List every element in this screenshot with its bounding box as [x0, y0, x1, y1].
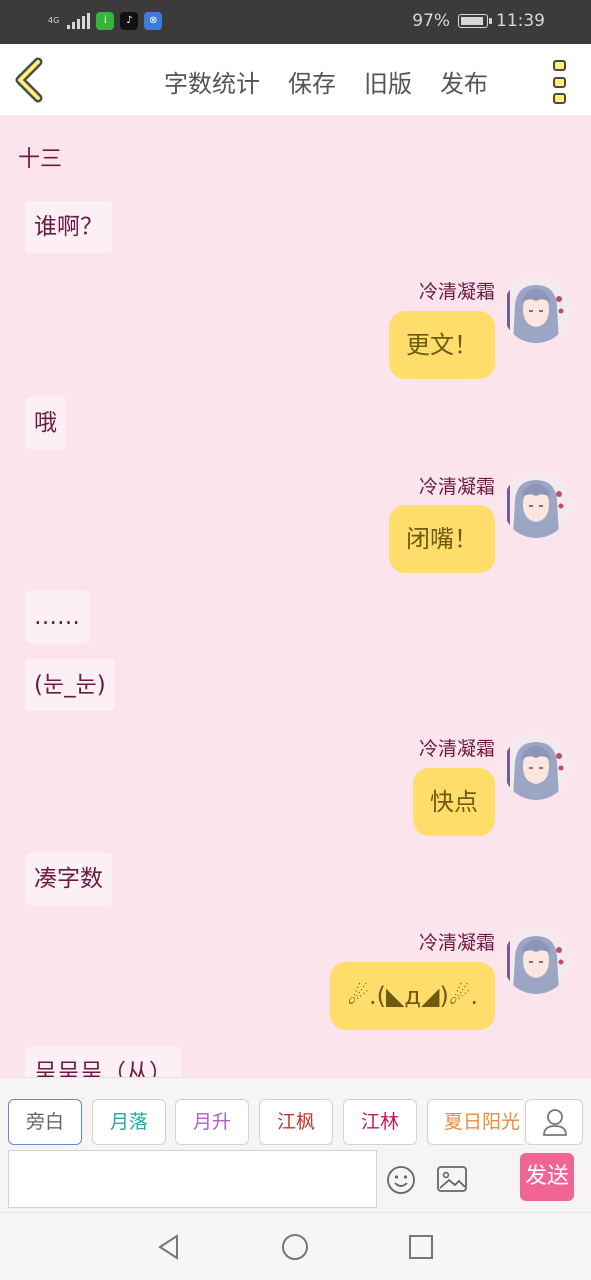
- avatar[interactable]: [503, 472, 569, 538]
- top-nav: 字数统计 保存 旧版 发布: [0, 44, 591, 116]
- message-input[interactable]: [8, 1150, 377, 1208]
- iqiyi-app-icon: i: [96, 12, 115, 30]
- emoji-icon: [387, 1166, 415, 1194]
- publish-button[interactable]: 发布: [440, 64, 488, 99]
- more-menu-icon[interactable]: [548, 58, 570, 106]
- message-bubble-left[interactable]: ……: [25, 591, 89, 643]
- sender-name: 冷清凝霜: [418, 281, 495, 303]
- old-version-button[interactable]: 旧版: [364, 64, 412, 99]
- role-chip[interactable]: 月升: [175, 1099, 249, 1145]
- battery-percent: 97%: [412, 11, 450, 31]
- avatar[interactable]: [503, 734, 569, 800]
- composer-panel: 旁白 月落 月升 江枫 江林 夏日阳光 发送: [0, 1077, 591, 1212]
- role-chip[interactable]: 旁白: [8, 1099, 82, 1145]
- avatar[interactable]: [503, 928, 569, 994]
- image-icon: [437, 1166, 467, 1192]
- clock: 11:39: [496, 11, 545, 31]
- message-bubble-left[interactable]: 呈呈呈（从）: [25, 1047, 181, 1077]
- message-bubble-right[interactable]: 快点: [413, 768, 495, 836]
- network-type: 4G: [48, 16, 60, 25]
- system-nav-bar: [0, 1212, 591, 1280]
- nav-actions: 字数统计 保存 旧版 发布: [164, 64, 488, 99]
- home-circle-icon[interactable]: [281, 1233, 309, 1261]
- chapter-title: 十三: [18, 147, 63, 172]
- emoji-button[interactable]: [386, 1165, 416, 1195]
- message-bubble-right[interactable]: 更文！: [389, 311, 495, 379]
- recents-square-icon[interactable]: [407, 1233, 435, 1261]
- image-button[interactable]: [436, 1165, 468, 1193]
- role-chip[interactable]: 江林: [343, 1099, 417, 1145]
- message-bubble-left[interactable]: 哦: [25, 397, 66, 449]
- sender-name: 冷清凝霜: [418, 738, 495, 760]
- chevron-left-icon: [15, 57, 43, 103]
- message-bubble-left[interactable]: (눈_눈): [25, 659, 115, 711]
- sender-name: 冷清凝霜: [418, 932, 495, 954]
- profile-icon: [543, 1109, 567, 1136]
- status-bar: 4G i ♪ ⊗ 97% 11:39: [0, 0, 591, 44]
- profile-button[interactable]: [525, 1099, 583, 1145]
- role-chip[interactable]: 江枫: [259, 1099, 333, 1145]
- role-chip[interactable]: 夏日阳光: [427, 1099, 523, 1145]
- sender-name: 冷清凝霜: [418, 476, 495, 498]
- message-bubble-right[interactable]: ☄.(◣д◢)☄.: [330, 962, 495, 1030]
- role-chip[interactable]: 月落: [92, 1099, 166, 1145]
- app-icon: ⊗: [144, 12, 163, 30]
- back-button[interactable]: [10, 56, 54, 104]
- role-selector: 旁白 月落 月升 江枫 江林 夏日阳光: [8, 1099, 523, 1145]
- word-count-button[interactable]: 字数统计: [164, 64, 260, 99]
- save-button[interactable]: 保存: [288, 64, 336, 99]
- back-triangle-icon[interactable]: [155, 1233, 183, 1261]
- message-bubble-left[interactable]: 凑字数: [25, 853, 112, 905]
- battery-icon: [458, 14, 492, 28]
- tiktok-app-icon: ♪: [120, 12, 139, 30]
- message-bubble-left[interactable]: 谁啊？: [25, 201, 112, 253]
- chat-area[interactable]: 十三 谁啊？ 冷清凝霜 更文！ 哦 冷清凝霜 闭嘴！ …… (눈_눈) 冷清凝霜…: [0, 117, 591, 1077]
- send-button[interactable]: 发送: [520, 1153, 574, 1201]
- signal-icon: [67, 13, 91, 29]
- message-bubble-right[interactable]: 闭嘴！: [389, 505, 495, 573]
- avatar[interactable]: [503, 277, 569, 343]
